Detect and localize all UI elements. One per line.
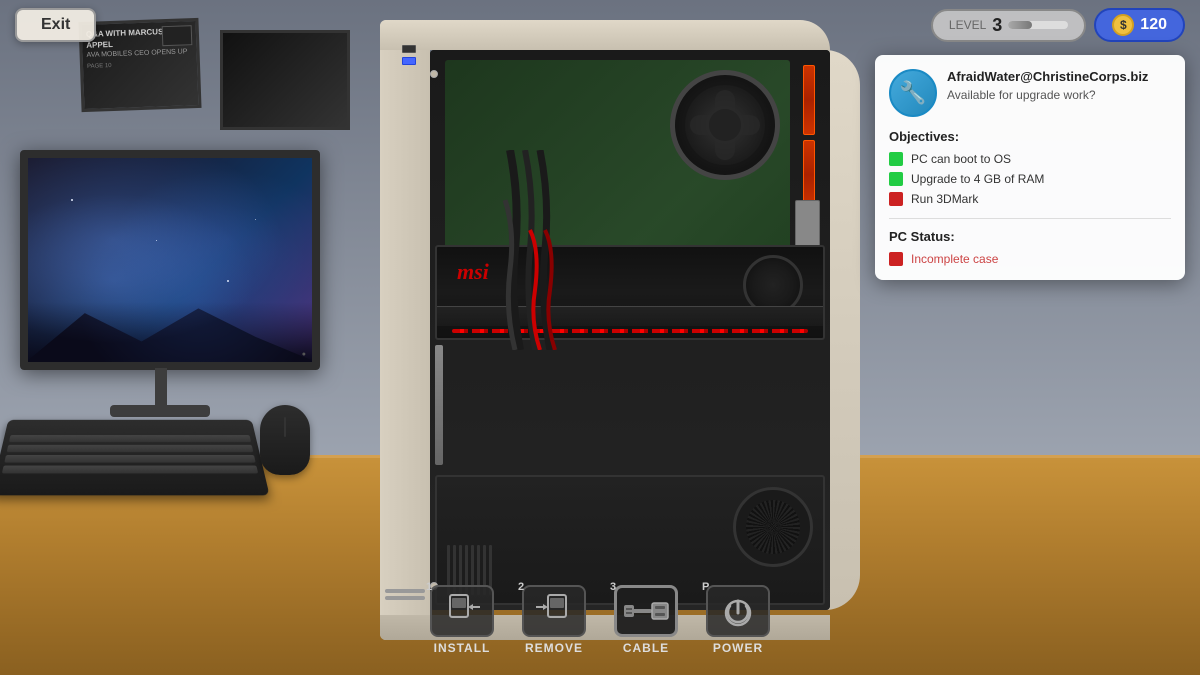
pc-status-title: PC Status:: [889, 229, 1171, 244]
wrench-icon: 🔧: [899, 80, 926, 106]
panel-divider: [889, 218, 1171, 219]
objective-text-1: Upgrade to 4 GB of RAM: [911, 172, 1044, 186]
mouse: [260, 405, 310, 475]
client-header: 🔧 AfraidWater@ChristineCorps.biz Availab…: [889, 69, 1171, 117]
level-progress-bar: [1008, 21, 1068, 29]
pc-status-section: PC Status: Incomplete case: [889, 229, 1171, 266]
remove-icon-wrap: [522, 585, 586, 637]
cable-number: 3: [610, 581, 616, 593]
keyboard: [0, 420, 270, 496]
money-icon: $: [1112, 14, 1134, 36]
level-label: LEVEL: [949, 18, 986, 32]
pc-status-item-0: Incomplete case: [889, 252, 1171, 266]
cable-label: CABLE: [623, 641, 669, 655]
cable-button[interactable]: 3 CABLE: [602, 577, 690, 663]
install-icon: [442, 593, 482, 629]
money-badge: $ 120: [1094, 8, 1185, 42]
remove-label: REMOVE: [525, 641, 583, 655]
client-email: AfraidWater@ChristineCorps.biz: [947, 69, 1171, 86]
install-icon-wrap: [430, 585, 494, 637]
remove-icon: [534, 593, 574, 629]
power-label: POWER: [713, 641, 763, 655]
objective-item-0: PC can boot to OS: [889, 152, 1171, 166]
power-button[interactable]: P POWER: [694, 577, 782, 663]
level-fill: [1008, 21, 1032, 29]
monitor-base: [110, 405, 210, 417]
objective-status-0: [889, 152, 903, 166]
pc-status-dot-0: [889, 252, 903, 266]
level-value: 3: [992, 15, 1002, 36]
cable-icon: [622, 591, 670, 631]
monitor-screen: ●: [20, 150, 320, 370]
money-value: 120: [1140, 16, 1167, 34]
top-right-hud: LEVEL 3 $ 120: [931, 8, 1185, 42]
install-button[interactable]: 1 INSTALL: [418, 577, 506, 663]
exit-button[interactable]: Exit: [15, 8, 96, 42]
cable-icon-wrap: [614, 585, 678, 637]
monitor-stand: [155, 368, 167, 408]
objective-status-2: [889, 192, 903, 206]
objective-status-1: [889, 172, 903, 186]
pc-case: msi: [380, 20, 860, 640]
remove-button[interactable]: 2 REMOVE: [510, 577, 598, 663]
objectives-title: Objectives:: [889, 129, 1171, 144]
toolbar: 1 INSTALL 2 REMOVE: [0, 575, 1200, 675]
case-interior: msi: [430, 50, 830, 610]
objective-item-2: Run 3DMark: [889, 192, 1171, 206]
power-number: P: [702, 581, 709, 593]
client-info: AfraidWater@ChristineCorps.biz Available…: [947, 69, 1171, 102]
remove-number: 2: [518, 581, 524, 593]
objective-text-2: Run 3DMark: [911, 192, 978, 206]
client-avatar: 🔧: [889, 69, 937, 117]
level-badge: LEVEL 3: [931, 9, 1086, 42]
objective-item-1: Upgrade to 4 GB of RAM: [889, 172, 1171, 186]
objectives-section: Objectives: PC can boot to OS Upgrade to…: [889, 129, 1171, 206]
info-panel: 🔧 AfraidWater@ChristineCorps.biz Availab…: [875, 55, 1185, 280]
install-label: INSTALL: [434, 641, 491, 655]
top-bar: Exit LEVEL 3 $ 120: [0, 0, 1200, 50]
power-icon-wrap: [706, 585, 770, 637]
install-number: 1: [426, 581, 432, 593]
objective-text-0: PC can boot to OS: [911, 152, 1011, 166]
case-right-panel: [825, 50, 860, 610]
client-status: Available for upgrade work?: [947, 88, 1171, 102]
pc-status-text-0: Incomplete case: [911, 252, 998, 266]
power-icon: [718, 593, 758, 629]
money-symbol: $: [1120, 18, 1127, 32]
